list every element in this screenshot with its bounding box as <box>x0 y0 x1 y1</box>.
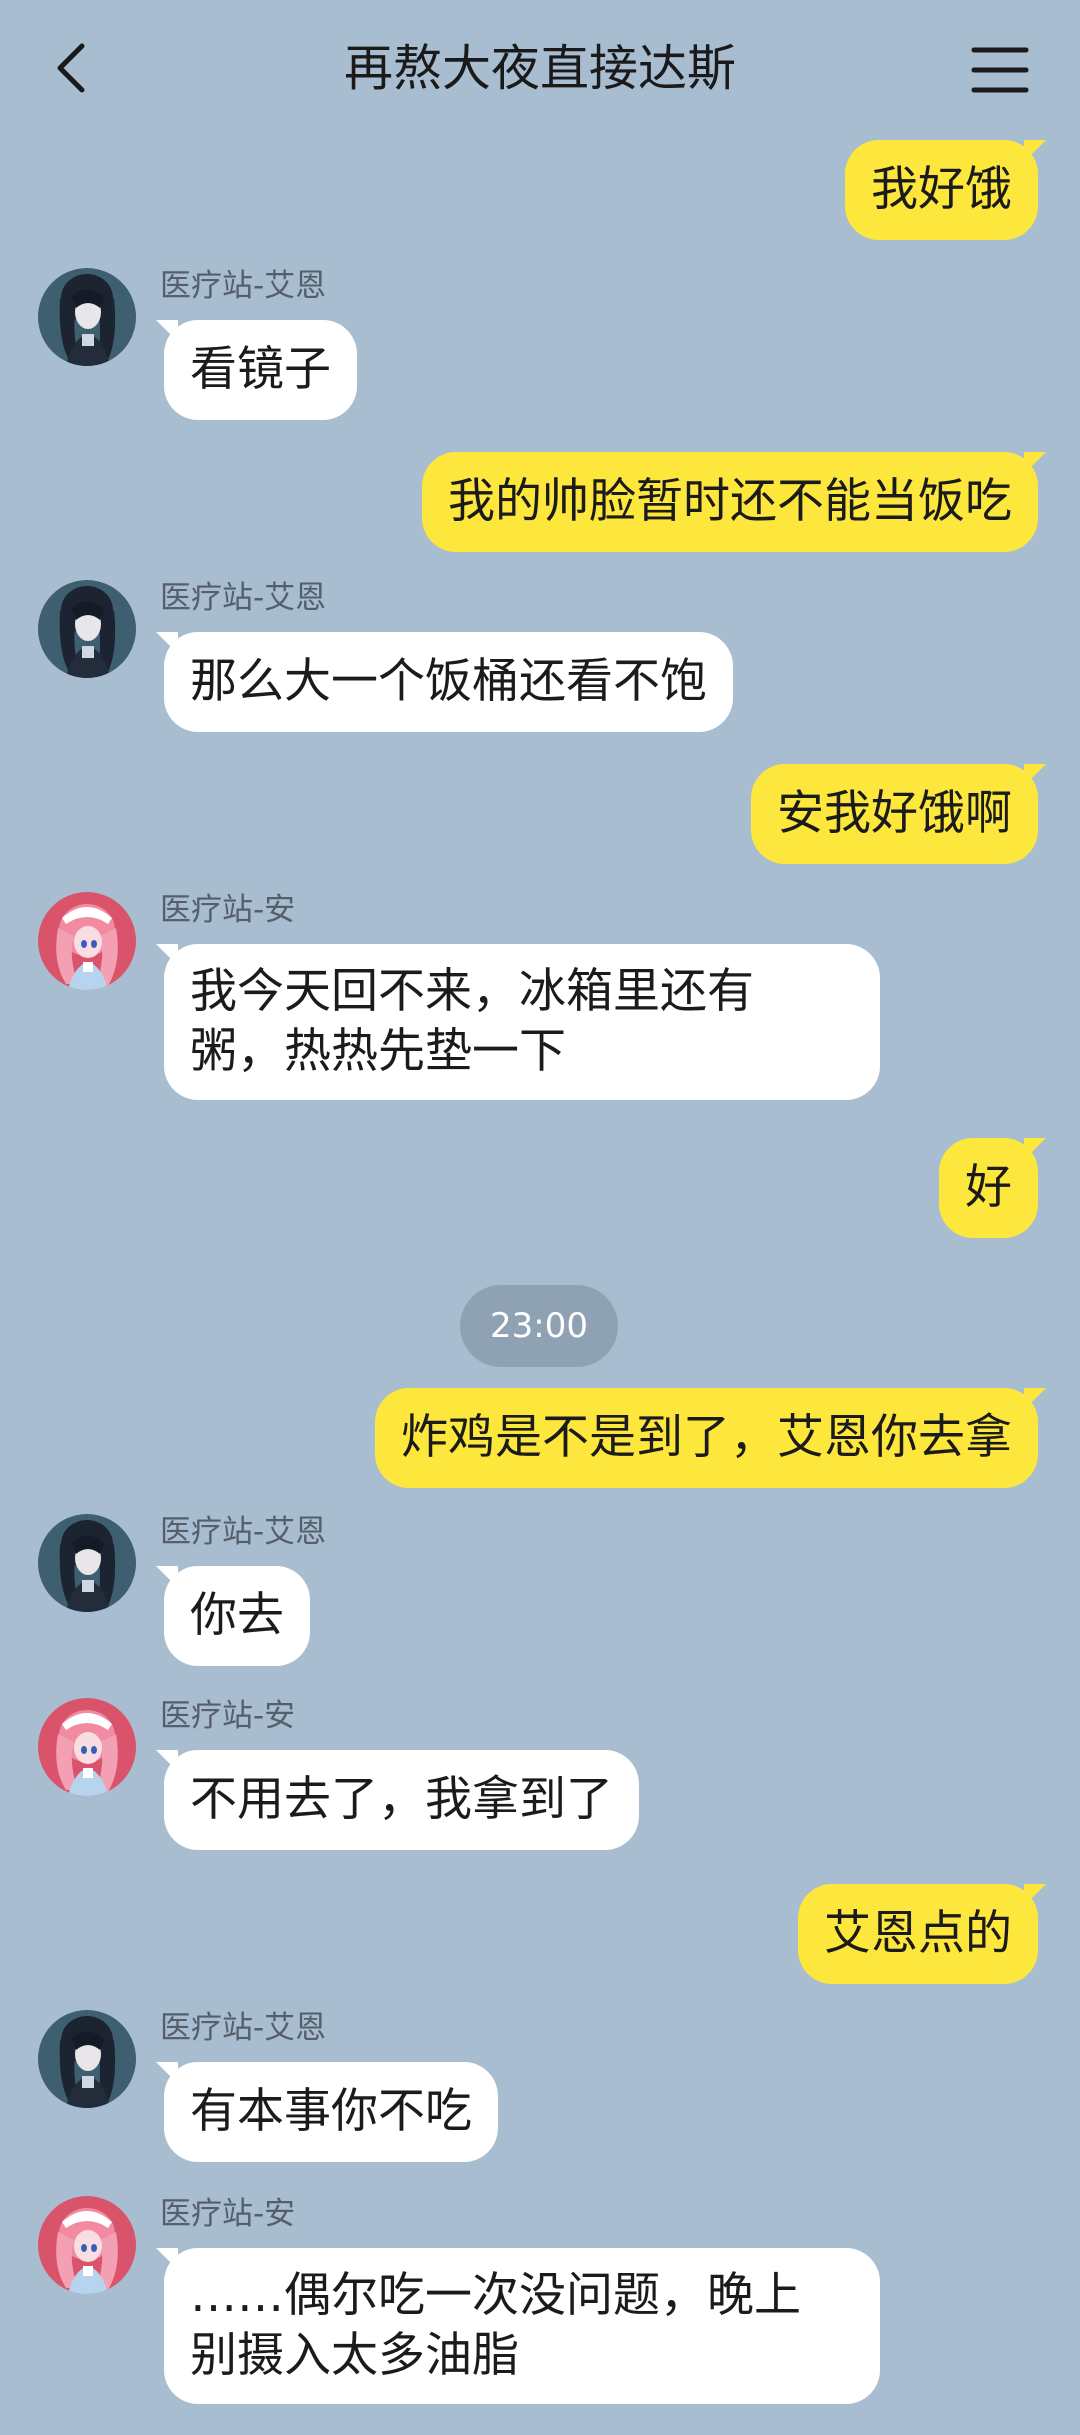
other-message-bubble[interactable]: 你去 <box>156 1566 310 1666</box>
avatar[interactable] <box>38 268 136 366</box>
my-message-bubble[interactable]: 我的帅脸暂时还不能当饭吃 <box>422 452 1046 552</box>
message-row: 医疗站-安 ……偶尔吃一次没问题，晚上 别摄入太多油脂 <box>38 2196 938 2426</box>
message-row: 医疗站-艾恩 看镜子 <box>38 268 838 438</box>
sender-name: 医疗站-安 <box>160 2196 296 2232</box>
avatar[interactable] <box>38 892 136 990</box>
message-row: 医疗站-安 我今天回不来，冰箱里还有 粥，热热先垫一下 <box>38 892 938 1122</box>
other-message-bubble[interactable]: 有本事你不吃 <box>156 2062 498 2162</box>
message-row: 医疗站-艾恩 有本事你不吃 <box>38 2010 838 2180</box>
message-row: 医疗站-安 不用去了，我拿到了 <box>38 1698 838 1868</box>
avatar[interactable] <box>38 580 136 678</box>
sender-name: 医疗站-艾恩 <box>160 1514 327 1550</box>
my-message-bubble[interactable]: 我好饿 <box>845 140 1046 240</box>
other-message-bubble[interactable]: 看镜子 <box>156 320 357 420</box>
message-row: 好 <box>939 1138 1046 1238</box>
sender-name: 医疗站-艾恩 <box>160 580 327 616</box>
chevron-left-icon <box>57 43 85 93</box>
menu-button[interactable] <box>968 38 1032 102</box>
other-message-bubble[interactable]: 我今天回不来，冰箱里还有 粥，热热先垫一下 <box>156 944 880 1100</box>
chat-header: 再熬大夜直接达斯 <box>0 0 1080 140</box>
message-line: 别摄入太多油脂 <box>190 2328 519 2383</box>
message-line: 我今天回不来，冰箱里还有 <box>190 964 754 1019</box>
my-message-bubble[interactable]: 好 <box>939 1138 1046 1238</box>
other-message-bubble[interactable]: ……偶尔吃一次没问题，晚上 别摄入太多油脂 <box>156 2248 880 2404</box>
message-row: 安我好饿啊 <box>751 764 1046 864</box>
timestamp-chip: 23:00 <box>460 1285 618 1367</box>
message-row: 医疗站-艾恩 那么大一个饭桶还看不饱 <box>38 580 838 750</box>
message-row: 我的帅脸暂时还不能当饭吃 <box>422 452 1046 552</box>
message-row: 炸鸡是不是到了，艾恩你去拿 <box>375 1388 1046 1488</box>
message-row: 医疗站-艾恩 你去 <box>38 1514 838 1684</box>
message-row: 我好饿 <box>845 140 1046 240</box>
other-message-bubble[interactable]: 不用去了，我拿到了 <box>156 1750 639 1850</box>
message-row: 艾恩点的 <box>798 1884 1046 1984</box>
message-line: ……偶尔吃一次没问题，晚上 <box>190 2268 801 2323</box>
hamburger-menu-icon <box>971 47 1029 93</box>
avatar[interactable] <box>38 2010 136 2108</box>
avatar[interactable] <box>38 1514 136 1612</box>
sender-name: 医疗站-安 <box>160 892 296 928</box>
sender-name: 医疗站-艾恩 <box>160 2010 327 2046</box>
my-message-bubble[interactable]: 炸鸡是不是到了，艾恩你去拿 <box>375 1388 1046 1488</box>
my-message-bubble[interactable]: 安我好饿啊 <box>751 764 1046 864</box>
message-line: 粥，热热先垫一下 <box>190 1024 566 1079</box>
avatar[interactable] <box>38 2196 136 2294</box>
sender-name: 医疗站-安 <box>160 1698 296 1734</box>
sender-name: 医疗站-艾恩 <box>160 268 327 304</box>
back-button[interactable] <box>38 28 108 108</box>
other-message-bubble[interactable]: 那么大一个饭桶还看不饱 <box>156 632 733 732</box>
my-message-bubble[interactable]: 艾恩点的 <box>798 1884 1046 1984</box>
chat-title: 再熬大夜直接达斯 <box>343 40 736 97</box>
avatar[interactable] <box>38 1698 136 1796</box>
